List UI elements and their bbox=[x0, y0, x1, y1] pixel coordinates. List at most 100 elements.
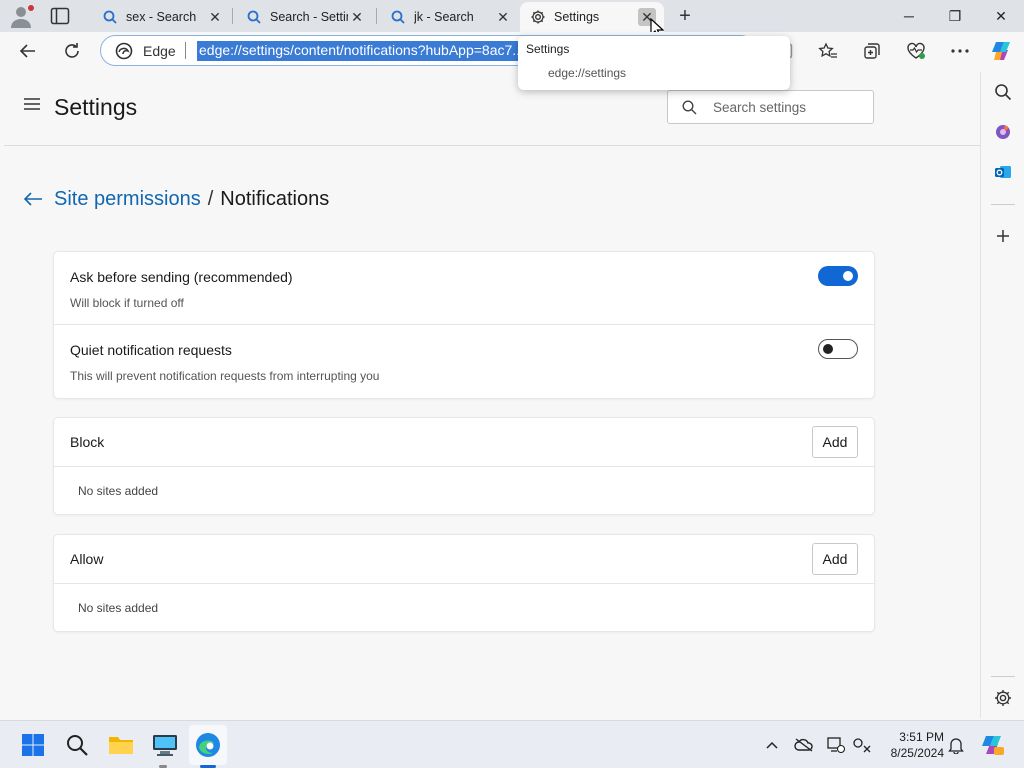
clock-time: 3:51 PM bbox=[899, 730, 944, 744]
allow-card: Allow Add No sites added bbox=[54, 535, 874, 631]
menu-icon[interactable] bbox=[24, 98, 40, 110]
heart-pulse-icon bbox=[907, 42, 925, 59]
search-icon bbox=[995, 84, 1012, 101]
windows-taskbar: 3:51 PM 8/25/2024 bbox=[0, 720, 1024, 768]
taskbar-clock[interactable]: 3:51 PM 8/25/2024 bbox=[878, 729, 944, 761]
onedrive-tray-button[interactable] bbox=[794, 735, 814, 755]
terminal-app-button[interactable] bbox=[150, 730, 180, 760]
search-settings-input[interactable]: Search settings bbox=[667, 90, 874, 124]
quiet-notification-requests-row: Quiet notification requests This will pr… bbox=[54, 325, 874, 398]
more-options-button[interactable] bbox=[946, 37, 974, 65]
back-button[interactable] bbox=[14, 37, 42, 65]
settings-page: Settings Search settings Site permission… bbox=[4, 72, 980, 718]
sidebar-search-button[interactable] bbox=[993, 82, 1013, 102]
more-dots-icon bbox=[951, 49, 969, 53]
settings-header: Settings Search settings bbox=[4, 72, 980, 146]
copilot-icon bbox=[982, 736, 1004, 755]
restore-button[interactable]: ❐ bbox=[932, 0, 978, 32]
bell-icon bbox=[948, 738, 964, 754]
copilot-tray-button[interactable] bbox=[980, 732, 1006, 758]
close-window-button[interactable]: ✕ bbox=[978, 0, 1024, 32]
minimize-button[interactable]: ─ bbox=[886, 0, 932, 32]
search-icon bbox=[67, 735, 88, 756]
edge-logo-icon bbox=[196, 733, 220, 757]
gear-icon bbox=[531, 10, 545, 24]
profile-notification-dot bbox=[28, 5, 34, 11]
favorites-button[interactable] bbox=[814, 37, 842, 65]
row-divider bbox=[54, 466, 874, 467]
sidebar-separator bbox=[991, 204, 1015, 205]
show-hidden-icons-button[interactable] bbox=[762, 735, 782, 755]
sidebar-tools-button[interactable] bbox=[993, 122, 1013, 142]
network-tray-button[interactable] bbox=[826, 735, 846, 755]
clock-date: 8/25/2024 bbox=[890, 746, 944, 760]
close-tab-button[interactable]: ✕ bbox=[206, 8, 224, 26]
edge-sidebar bbox=[980, 72, 1024, 718]
option-title: Quiet notification requests bbox=[70, 342, 232, 358]
back-arrow-icon[interactable] bbox=[22, 191, 44, 207]
tab-jk-search[interactable]: jk - Search ✕ bbox=[380, 2, 520, 32]
notifications-tray-button[interactable] bbox=[946, 735, 966, 755]
sidebar-settings-button[interactable] bbox=[993, 688, 1013, 708]
block-card: Block Add No sites added bbox=[54, 418, 874, 514]
block-empty-text: No sites added bbox=[78, 484, 159, 498]
tab-title: jk - Search bbox=[414, 10, 474, 24]
start-button[interactable] bbox=[18, 730, 48, 760]
page-title: Settings bbox=[54, 94, 138, 120]
tab-title: Search - Settings bbox=[270, 10, 348, 24]
sidebar-add-button[interactable] bbox=[993, 226, 1013, 246]
tab-title: Settings bbox=[554, 10, 600, 24]
tab-title: sex - Search bbox=[126, 10, 197, 24]
close-tab-button[interactable]: ✕ bbox=[494, 8, 512, 26]
favorites-icon bbox=[818, 42, 837, 58]
tab-search-settings[interactable]: Search - Settings ✕ bbox=[236, 2, 376, 32]
search-icon bbox=[682, 100, 697, 115]
allow-add-button[interactable]: Add bbox=[812, 543, 858, 575]
tab-sex-search[interactable]: sex - Search ✕ bbox=[92, 2, 232, 32]
browser-essentials-button[interactable] bbox=[902, 37, 930, 65]
folder-icon bbox=[109, 737, 133, 754]
block-add-button[interactable]: Add bbox=[812, 426, 858, 458]
ask-before-sending-toggle[interactable] bbox=[818, 266, 858, 286]
refresh-icon bbox=[65, 43, 79, 58]
tools-icon bbox=[996, 125, 1010, 139]
edge-taskbar-button[interactable] bbox=[193, 730, 223, 760]
close-tab-button[interactable]: ✕ bbox=[348, 8, 366, 26]
new-tab-button[interactable]: + bbox=[674, 5, 696, 27]
copilot-button[interactable] bbox=[988, 37, 1016, 65]
breadcrumb-site-permissions-link[interactable]: Site permissions bbox=[54, 188, 201, 211]
option-title: Ask before sending (recommended) bbox=[70, 269, 293, 285]
tab-settings[interactable]: Settings ✕ bbox=[520, 2, 664, 32]
tooltip-title: Settings bbox=[526, 42, 570, 56]
chevron-up-icon bbox=[766, 741, 778, 749]
search-icon bbox=[391, 10, 405, 24]
collections-icon bbox=[864, 43, 880, 59]
allow-title: Allow bbox=[70, 551, 104, 567]
option-subtitle: Will block if turned off bbox=[70, 296, 184, 310]
volume-tray-button[interactable] bbox=[852, 735, 872, 755]
quiet-notification-requests-toggle[interactable] bbox=[818, 339, 858, 359]
browser-toolbar: Edge edge://settings/content/notificatio… bbox=[0, 32, 1024, 70]
taskbar-search-button[interactable] bbox=[62, 730, 92, 760]
outlook-icon bbox=[995, 166, 1011, 178]
site-identity-label: Edge bbox=[143, 43, 176, 59]
cloud-offline-icon bbox=[794, 738, 813, 752]
tab-hover-tooltip: Settings edge://settings bbox=[518, 36, 790, 90]
accessibility-icon bbox=[853, 738, 871, 753]
toggle-knob bbox=[823, 344, 833, 354]
tab-strip: sex - Search ✕ Search - Settings ✕ jk - … bbox=[0, 0, 1024, 39]
block-title: Block bbox=[70, 434, 105, 450]
collections-button[interactable] bbox=[858, 37, 886, 65]
allow-header-row: Allow Add bbox=[54, 535, 874, 583]
breadcrumb-current: Notifications bbox=[220, 187, 330, 210]
tab-actions-icon[interactable] bbox=[50, 7, 70, 25]
sidebar-outlook-button[interactable] bbox=[993, 162, 1013, 182]
edge-logo-icon bbox=[115, 42, 133, 60]
refresh-button[interactable] bbox=[58, 37, 86, 65]
tooltip-url: edge://settings bbox=[548, 66, 627, 80]
gear-icon bbox=[995, 690, 1011, 706]
url-text[interactable]: edge://settings/content/notifications?hu… bbox=[197, 41, 526, 61]
file-explorer-button[interactable] bbox=[106, 730, 136, 760]
ask-before-sending-row: Ask before sending (recommended) Will bl… bbox=[54, 252, 874, 325]
copilot-icon bbox=[992, 42, 1010, 60]
